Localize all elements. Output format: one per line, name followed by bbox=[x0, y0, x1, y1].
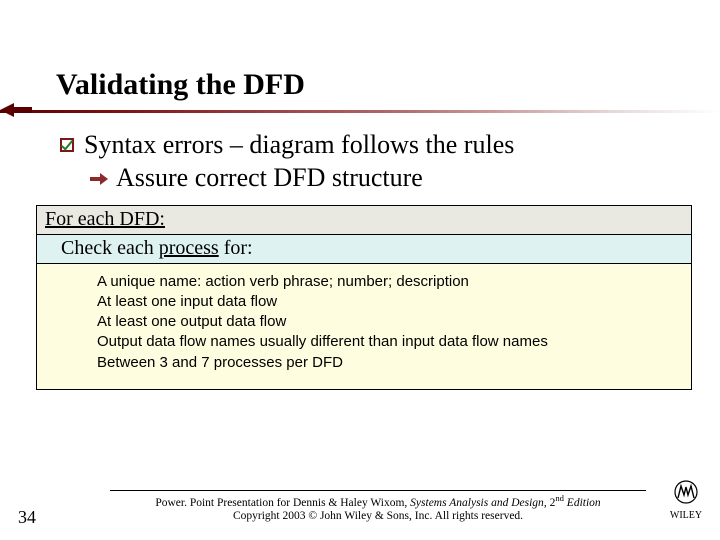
bullet-2-text: Assure correct DFD structure bbox=[116, 162, 423, 195]
box-row-3: A unique name: action verb phrase; numbe… bbox=[37, 264, 691, 389]
page-number: 34 bbox=[18, 507, 36, 528]
checkbox-icon bbox=[60, 138, 74, 152]
credit-2: Copyright 2003 © John Wiley & Sons, Inc.… bbox=[233, 510, 523, 522]
title-arrow-icon bbox=[0, 103, 14, 117]
arrow-icon bbox=[90, 172, 108, 186]
slide-title: Validating the DFD bbox=[0, 68, 720, 102]
bullet-1-text: Syntax errors – diagram follows the rule… bbox=[84, 129, 514, 160]
box-row-1-text: For each DFD: bbox=[45, 208, 165, 230]
check-item: Output data flow names usually different… bbox=[97, 332, 677, 352]
bullet-level-1: Syntax errors – diagram follows the rule… bbox=[60, 129, 678, 160]
credit-1c: , 2 bbox=[544, 496, 556, 508]
footer-rule bbox=[110, 490, 646, 491]
wiley-logo-icon: WILEY bbox=[666, 479, 706, 526]
credit-1e: Edition bbox=[564, 496, 601, 508]
credit-1b: Systems Analysis and Design bbox=[410, 496, 544, 508]
box-row-2c: for: bbox=[219, 237, 253, 259]
credit: Power. Point Presentation for Dennis & H… bbox=[110, 490, 646, 524]
body: Syntax errors – diagram follows the rule… bbox=[0, 113, 720, 195]
slide: Validating the DFD Syntax errors – diagr… bbox=[0, 0, 720, 540]
check-item: At least one input data flow bbox=[97, 292, 677, 312]
check-item: Between 3 and 7 processes per DFD bbox=[97, 353, 677, 373]
credit-1a: Power. Point Presentation for Dennis & H… bbox=[155, 496, 410, 508]
logo-text: WILEY bbox=[670, 510, 702, 521]
check-item: At least one output data flow bbox=[97, 312, 677, 332]
content-box: For each DFD: Check each process for: A … bbox=[36, 205, 692, 390]
footer: 34 Power. Point Presentation for Dennis … bbox=[0, 470, 720, 528]
box-row-2a: Check each bbox=[61, 237, 159, 259]
box-row-2b: process bbox=[159, 237, 219, 259]
box-row-2: Check each process for: bbox=[37, 235, 691, 264]
check-item: A unique name: action verb phrase; numbe… bbox=[97, 272, 677, 292]
bullet-level-2: Assure correct DFD structure bbox=[90, 162, 678, 195]
box-row-1: For each DFD: bbox=[37, 206, 691, 235]
credit-1d: nd bbox=[555, 493, 564, 503]
